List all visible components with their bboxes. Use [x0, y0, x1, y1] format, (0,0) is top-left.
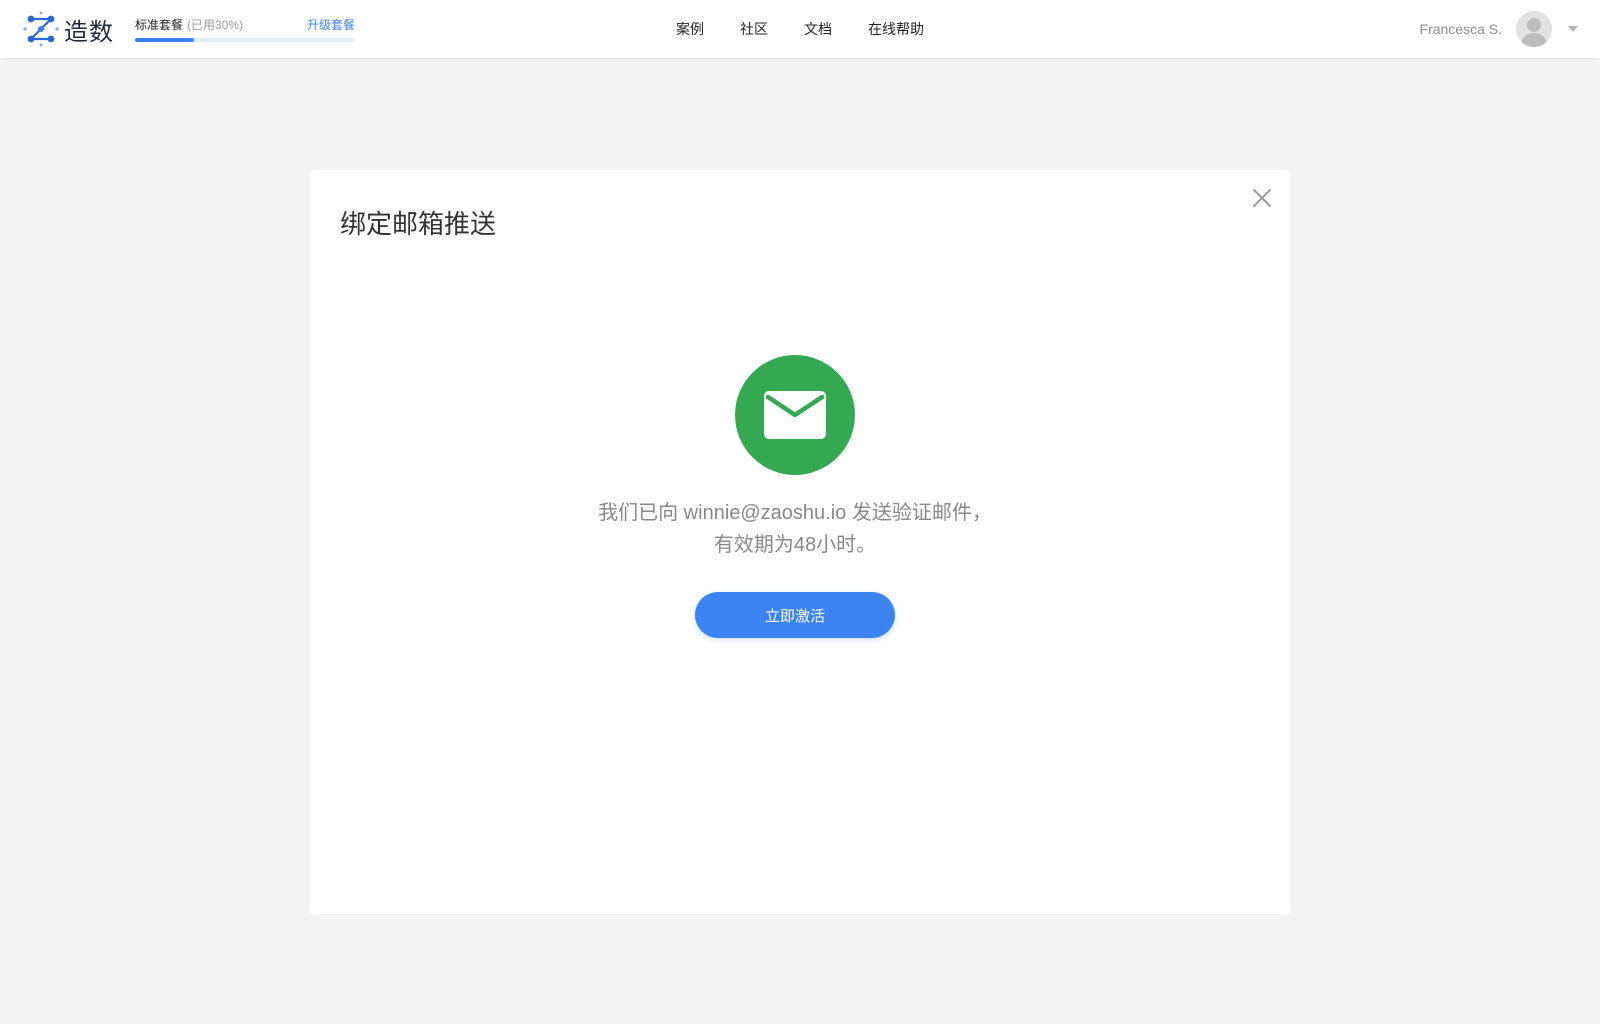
plan-usage-widget: 标准套餐 (已用30%) 升级套餐	[135, 16, 355, 42]
verification-message: 我们已向 winnie@zaoshu.io 发送验证邮件，有效期为48小时。	[598, 502, 992, 556]
plan-usage-label: (已用30%)	[187, 17, 244, 32]
bind-email-dialog: 绑定邮箱推送 我们已向 winnie@zaoshu.io 发送验证邮件，有效期为…	[310, 170, 1290, 914]
mail-icon	[764, 391, 826, 439]
user-avatar-icon[interactable]	[1516, 11, 1552, 47]
brand-name: 造数	[64, 18, 114, 46]
user-menu[interactable]: Francesca S.	[1420, 11, 1578, 47]
nav-item-cases[interactable]: 案例	[676, 19, 704, 39]
close-icon[interactable]	[1252, 188, 1272, 208]
activate-now-button[interactable]: 立即激活	[695, 592, 895, 638]
plan-usage-progress-fill	[135, 38, 195, 42]
top-navigation-bar: 造数 标准套餐 (已用30%) 升级套餐 案例 社区 文档 在线帮助 France…	[0, 0, 1600, 58]
brand-logo[interactable]: 造数	[22, 10, 114, 48]
plan-info: 标准套餐 (已用30%)	[135, 16, 243, 33]
nav-item-docs[interactable]: 文档	[804, 19, 832, 39]
nav-item-community[interactable]: 社区	[740, 19, 768, 39]
caret-down-icon[interactable]	[1568, 26, 1578, 32]
plan-name: 标准套餐	[135, 17, 184, 32]
main-nav: 案例 社区 文档 在线帮助	[676, 0, 924, 58]
mail-status-badge	[735, 355, 855, 475]
user-name: Francesca S.	[1419, 21, 1502, 37]
nav-item-online-help[interactable]: 在线帮助	[868, 19, 924, 39]
dialog-title: 绑定邮箱推送	[340, 209, 497, 239]
molecule-z-icon	[23, 11, 59, 47]
upgrade-plan-link[interactable]: 升级套餐	[307, 16, 355, 33]
plan-usage-progress-bar	[135, 38, 355, 42]
